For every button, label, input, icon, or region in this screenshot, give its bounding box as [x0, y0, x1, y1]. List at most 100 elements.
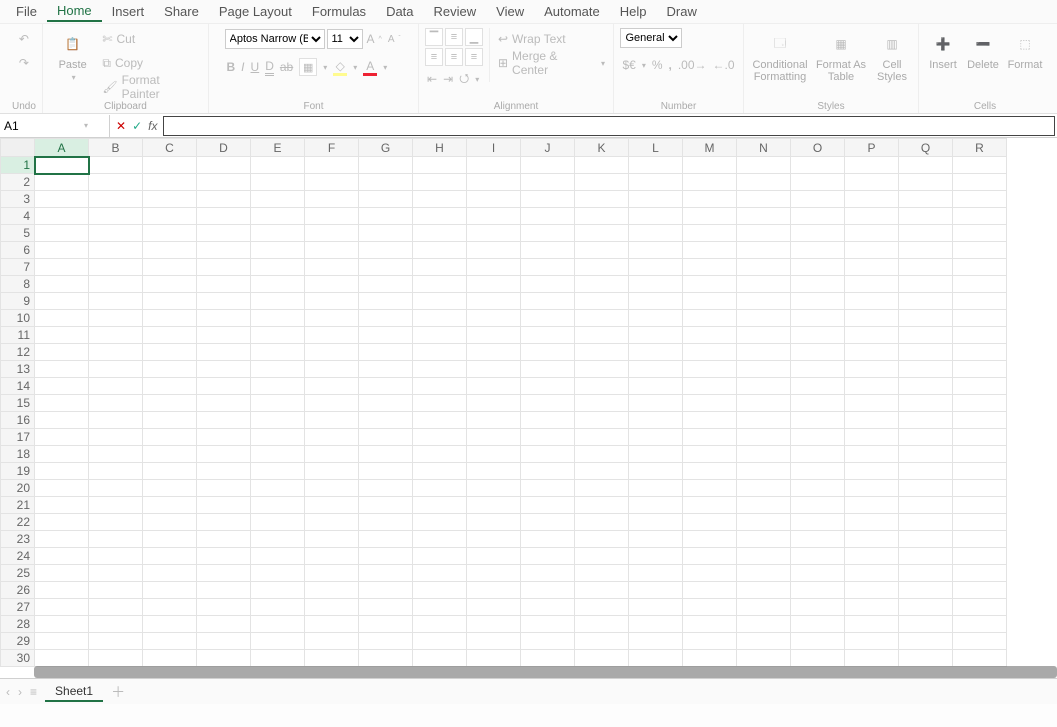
cell-O28[interactable] [791, 616, 845, 633]
cell-B24[interactable] [89, 548, 143, 565]
cell-J21[interactable] [521, 497, 575, 514]
cell-F23[interactable] [305, 531, 359, 548]
cell-F2[interactable] [305, 174, 359, 191]
cell-G14[interactable] [359, 378, 413, 395]
col-head-R[interactable]: R [953, 139, 1007, 157]
cell-G29[interactable] [359, 633, 413, 650]
cell-A14[interactable] [35, 378, 89, 395]
cell-L19[interactable] [629, 463, 683, 480]
cell-E16[interactable] [251, 412, 305, 429]
cell-R10[interactable] [953, 310, 1007, 327]
cell-K25[interactable] [575, 565, 629, 582]
row-head-13[interactable]: 13 [1, 361, 35, 378]
cell-A3[interactable] [35, 191, 89, 208]
cell-Q7[interactable] [899, 259, 953, 276]
cell-J14[interactable] [521, 378, 575, 395]
format-painter-button[interactable]: 🖌 Format Painter [100, 76, 202, 98]
fill-color-button[interactable]: ◇ ▾ [331, 56, 359, 78]
cell-D30[interactable] [197, 650, 251, 667]
col-head-E[interactable]: E [251, 139, 305, 157]
cell-N17[interactable] [737, 429, 791, 446]
col-head-A[interactable]: A [35, 139, 89, 157]
cell-M12[interactable] [683, 344, 737, 361]
cell-D13[interactable] [197, 361, 251, 378]
cell-J24[interactable] [521, 548, 575, 565]
cell-K2[interactable] [575, 174, 629, 191]
cell-I8[interactable] [467, 276, 521, 293]
align-left-button[interactable]: ≡ [425, 48, 443, 66]
cell-N1[interactable] [737, 157, 791, 174]
cell-I6[interactable] [467, 242, 521, 259]
menu-help[interactable]: Help [610, 2, 657, 21]
cell-K12[interactable] [575, 344, 629, 361]
cell-O24[interactable] [791, 548, 845, 565]
cell-F17[interactable] [305, 429, 359, 446]
increase-font-button[interactable]: A^ [365, 28, 384, 50]
cell-R29[interactable] [953, 633, 1007, 650]
cell-B7[interactable] [89, 259, 143, 276]
row-head-29[interactable]: 29 [1, 633, 35, 650]
cell-A23[interactable] [35, 531, 89, 548]
cell-Q27[interactable] [899, 599, 953, 616]
row-head-12[interactable]: 12 [1, 344, 35, 361]
cell-K7[interactable] [575, 259, 629, 276]
cell-C26[interactable] [143, 582, 197, 599]
cell-G19[interactable] [359, 463, 413, 480]
select-all-corner[interactable] [1, 139, 35, 157]
cell-Q26[interactable] [899, 582, 953, 599]
cell-C24[interactable] [143, 548, 197, 565]
cell-B22[interactable] [89, 514, 143, 531]
cell-E12[interactable] [251, 344, 305, 361]
cell-L24[interactable] [629, 548, 683, 565]
cell-K5[interactable] [575, 225, 629, 242]
cell-P13[interactable] [845, 361, 899, 378]
format-button[interactable]: ⬚ Format [1005, 28, 1045, 71]
cell-G5[interactable] [359, 225, 413, 242]
cell-H8[interactable] [413, 276, 467, 293]
cell-N29[interactable] [737, 633, 791, 650]
cell-O23[interactable] [791, 531, 845, 548]
cell-H24[interactable] [413, 548, 467, 565]
menu-data[interactable]: Data [376, 2, 423, 21]
decrease-font-button[interactable]: Aˇ [386, 28, 403, 50]
cell-G9[interactable] [359, 293, 413, 310]
menu-home[interactable]: Home [47, 1, 102, 22]
cell-O25[interactable] [791, 565, 845, 582]
cell-N16[interactable] [737, 412, 791, 429]
cell-F9[interactable] [305, 293, 359, 310]
cell-H4[interactable] [413, 208, 467, 225]
cell-H25[interactable] [413, 565, 467, 582]
cell-E3[interactable] [251, 191, 305, 208]
row-head-27[interactable]: 27 [1, 599, 35, 616]
cell-H16[interactable] [413, 412, 467, 429]
currency-button[interactable]: $€▾ [620, 54, 647, 76]
cell-D12[interactable] [197, 344, 251, 361]
cell-F1[interactable] [305, 157, 359, 174]
cell-F14[interactable] [305, 378, 359, 395]
cell-C2[interactable] [143, 174, 197, 191]
cell-M6[interactable] [683, 242, 737, 259]
cell-G16[interactable] [359, 412, 413, 429]
cell-L30[interactable] [629, 650, 683, 667]
col-head-C[interactable]: C [143, 139, 197, 157]
cell-K28[interactable] [575, 616, 629, 633]
comma-button[interactable]: , [667, 54, 674, 76]
cell-K13[interactable] [575, 361, 629, 378]
cell-G11[interactable] [359, 327, 413, 344]
cell-L12[interactable] [629, 344, 683, 361]
cell-F6[interactable] [305, 242, 359, 259]
cell-L23[interactable] [629, 531, 683, 548]
cell-B19[interactable] [89, 463, 143, 480]
cell-R14[interactable] [953, 378, 1007, 395]
row-head-22[interactable]: 22 [1, 514, 35, 531]
cell-K11[interactable] [575, 327, 629, 344]
cell-O14[interactable] [791, 378, 845, 395]
cell-L5[interactable] [629, 225, 683, 242]
cell-D28[interactable] [197, 616, 251, 633]
cell-Q23[interactable] [899, 531, 953, 548]
cell-Q30[interactable] [899, 650, 953, 667]
cell-G15[interactable] [359, 395, 413, 412]
cell-B2[interactable] [89, 174, 143, 191]
cell-D29[interactable] [197, 633, 251, 650]
delete-button[interactable]: ➖ Delete [965, 28, 1001, 71]
